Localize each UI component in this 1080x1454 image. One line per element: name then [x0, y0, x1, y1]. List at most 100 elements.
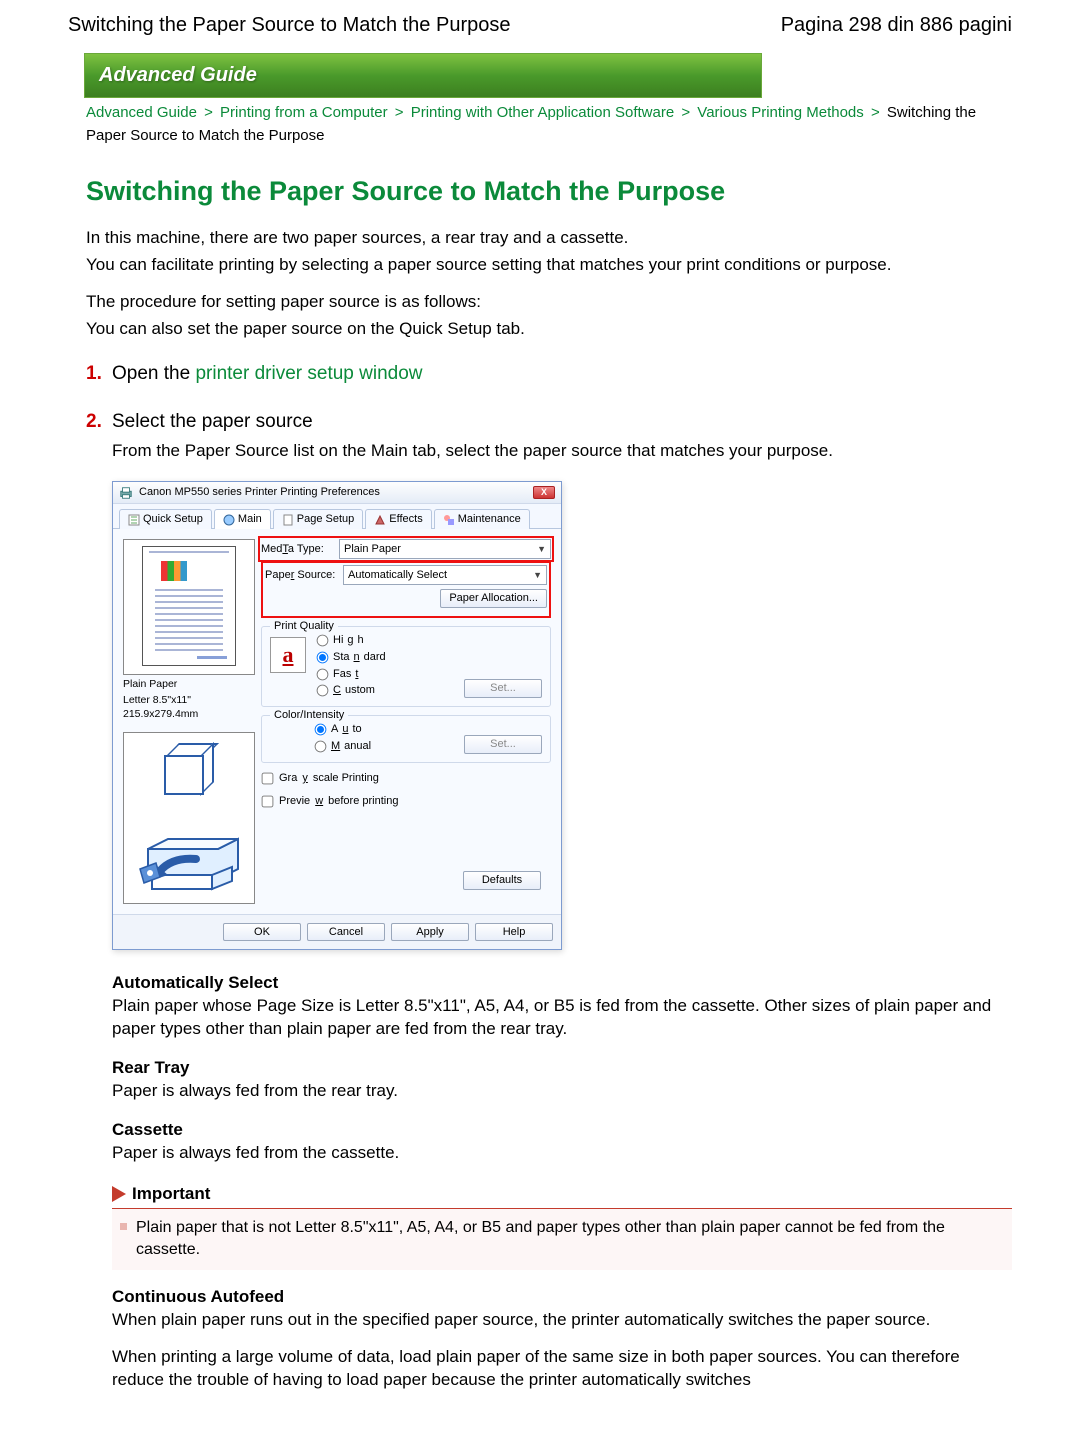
header-right: Pagina 298 din 886 pagini — [781, 12, 1012, 39]
crumb-advanced-guide[interactable]: Advanced Guide — [86, 104, 197, 121]
media-type-label: MedTa Type: — [261, 542, 339, 557]
ok-button[interactable]: OK — [223, 923, 301, 942]
crumb-sep: > — [392, 104, 407, 121]
cancel-button[interactable]: Cancel — [307, 923, 385, 942]
option-cont-desc2: When printing a large volume of data, lo… — [112, 1346, 1012, 1392]
dialog-footer: OK Cancel Apply Help — [113, 914, 561, 950]
breadcrumb: Advanced Guide > Printing from a Compute… — [68, 98, 1012, 151]
defaults-button[interactable]: Defaults — [463, 871, 541, 890]
paper-source-label: Paper Source: — [265, 568, 343, 583]
preview-thumbnail-icon — [161, 561, 187, 581]
preview-caption-2: Letter 8.5"x11" 215.9x279.4mm — [123, 691, 255, 721]
crumb-sep: > — [678, 104, 693, 121]
media-type-row: MedTa Type: Plain Paper ▼ — [261, 539, 551, 559]
paper-source-highlight: Paper Source: Automatically Select ▼ — [261, 561, 551, 618]
important-label: Important — [132, 1183, 210, 1206]
paper-cube-icon — [164, 743, 212, 791]
color-auto-radio[interactable]: Auto — [314, 722, 371, 737]
printer-driver-setup-link[interactable]: printer driver setup window — [195, 363, 422, 384]
quality-high-radio[interactable]: High — [316, 633, 386, 648]
paper-source-select[interactable]: Automatically Select ▼ — [343, 565, 547, 585]
advanced-guide-banner: Advanced Guide — [84, 53, 762, 98]
important-body: Plain paper that is not Letter 8.5"x11",… — [112, 1209, 1012, 1270]
print-quality-group: Print Quality a High Standard Fast Custo… — [261, 626, 551, 707]
printing-preferences-dialog: Canon MP550 series Printer Printing Pref… — [112, 481, 562, 950]
paper-allocation-button[interactable]: Paper Allocation... — [440, 589, 547, 608]
step-2-desc: From the Paper Source list on the Main t… — [112, 440, 1012, 463]
tab-maintenance-label: Maintenance — [458, 512, 521, 527]
step-1-text: Open the — [112, 363, 195, 384]
printer-icon — [119, 486, 133, 500]
option-auto-title: Automatically Select — [112, 972, 1012, 995]
main-icon — [223, 514, 235, 526]
preview-before-printing-checkbox[interactable]: Preview before printing — [261, 794, 551, 809]
option-rear-title: Rear Tray — [112, 1057, 1012, 1080]
print-quality-legend: Print Quality — [270, 619, 338, 634]
media-type-select[interactable]: Plain Paper ▼ — [339, 539, 551, 559]
effects-icon — [374, 514, 386, 526]
quality-fast-radio[interactable]: Fast — [316, 667, 386, 682]
option-cont-title: Continuous Autofeed — [112, 1286, 1012, 1309]
intro-p1: In this machine, there are two paper sou… — [86, 227, 1012, 250]
color-manual-radio[interactable]: Manual — [314, 739, 371, 754]
quality-set-button[interactable]: Set... — [464, 679, 542, 698]
tab-quick-setup-label: Quick Setup — [143, 512, 203, 527]
grayscale-checkbox[interactable]: Grayscale Printing — [261, 771, 551, 786]
tab-main[interactable]: Main — [214, 509, 271, 529]
tab-main-label: Main — [238, 512, 262, 527]
help-button[interactable]: Help — [475, 923, 553, 942]
option-cont-desc1: When plain paper runs out in the specifi… — [112, 1309, 1012, 1332]
dialog-titlebar: Canon MP550 series Printer Printing Pref… — [113, 482, 561, 504]
apply-button[interactable]: Apply — [391, 923, 469, 942]
quick-setup-icon — [128, 514, 140, 526]
tab-effects-label: Effects — [389, 512, 422, 527]
page-setup-icon — [282, 514, 294, 526]
tab-effects[interactable]: Effects — [365, 509, 431, 529]
page-header: Switching the Paper Source to Match the … — [68, 12, 1012, 53]
option-rear-tray: Rear Tray Paper is always fed from the r… — [112, 1057, 1012, 1103]
quality-sample-icon: a — [270, 637, 306, 673]
option-cassette-title: Cassette — [112, 1119, 1012, 1142]
tab-maintenance[interactable]: Maintenance — [434, 509, 530, 529]
preview-caption-1: Plain Paper — [123, 675, 255, 691]
tab-quick-setup[interactable]: Quick Setup — [119, 509, 212, 529]
option-cassette: Cassette Paper is always fed from the ca… — [112, 1119, 1012, 1165]
dropdown-caret-icon: ▼ — [533, 569, 542, 581]
color-set-button[interactable]: Set... — [464, 735, 542, 754]
crumb-sep: > — [868, 104, 883, 121]
option-cassette-desc: Paper is always fed from the cassette. — [112, 1142, 1012, 1165]
option-auto-desc: Plain paper whose Page Size is Letter 8.… — [112, 995, 1012, 1041]
important-triangle-icon — [112, 1186, 126, 1202]
tab-page-setup[interactable]: Page Setup — [273, 509, 364, 529]
step-1-number: 1. — [86, 361, 102, 387]
crumb-printing-from-computer[interactable]: Printing from a Computer — [220, 104, 388, 121]
quality-custom-radio[interactable]: Custom — [316, 683, 386, 698]
media-type-value: Plain Paper — [344, 542, 401, 557]
paper-source-value: Automatically Select — [348, 568, 447, 583]
step-2: 2. Select the paper source From the Pape… — [86, 409, 1012, 1392]
crumb-printing-other-apps[interactable]: Printing with Other Application Software — [411, 104, 674, 121]
preview-printer-pane — [123, 732, 255, 904]
important-callout: Important Plain paper that is not Letter… — [112, 1183, 1012, 1270]
step-2-number: 2. — [86, 409, 102, 435]
page-title: Switching the Paper Source to Match the … — [86, 173, 1012, 209]
dropdown-caret-icon: ▼ — [537, 543, 546, 555]
header-left: Switching the Paper Source to Match the … — [68, 12, 510, 39]
crumb-various-methods[interactable]: Various Printing Methods — [697, 104, 863, 121]
step-2-title: Select the paper source — [112, 409, 1012, 435]
color-intensity-group: Color/Intensity Auto Manual — [261, 715, 551, 763]
intro-p4: You can also set the paper source on the… — [86, 318, 1012, 341]
option-rear-desc: Paper is always fed from the rear tray. — [112, 1080, 1012, 1103]
dialog-close-button[interactable]: X — [533, 486, 555, 499]
step-1: 1. Open the printer driver setup window — [86, 361, 1012, 387]
dialog-tabs: Quick Setup Main Page Setup — [113, 504, 561, 529]
intro-p3: The procedure for setting paper source i… — [86, 291, 1012, 314]
printer-drawing-icon — [138, 819, 248, 897]
option-continuous-autofeed: Continuous Autofeed When plain paper run… — [112, 1286, 1012, 1392]
crumb-sep: > — [201, 104, 216, 121]
tab-page-setup-label: Page Setup — [297, 512, 355, 527]
maintenance-icon — [443, 514, 455, 526]
dialog-title-text: Canon MP550 series Printer Printing Pref… — [139, 485, 533, 500]
option-auto-select: Automatically Select Plain paper whose P… — [112, 972, 1012, 1041]
quality-standard-radio[interactable]: Standard — [316, 650, 386, 665]
